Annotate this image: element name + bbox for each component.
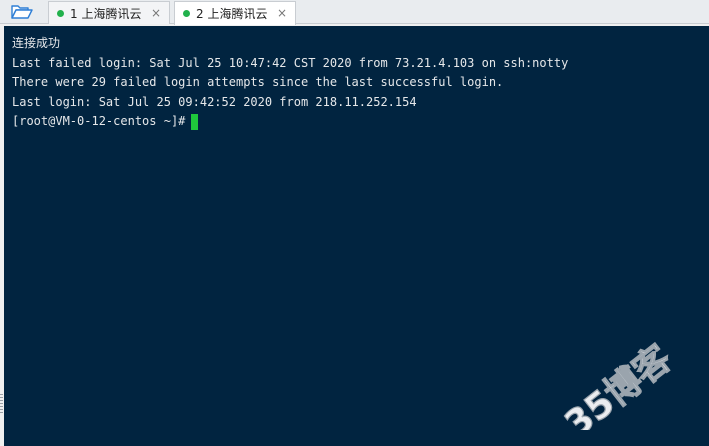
terminal-line: Last login: Sat Jul 25 09:42:52 2020 fro… <box>12 94 417 109</box>
folder-open-icon <box>11 5 33 19</box>
connected-status-dot <box>183 10 190 17</box>
terminal-line: 连接成功 <box>12 36 61 50</box>
close-icon[interactable]: × <box>277 6 287 20</box>
tab-label: 2 上海腾讯云 <box>196 7 268 21</box>
text-cursor <box>191 113 199 130</box>
terminal-line: Last failed login: Sat Jul 25 10:47:42 C… <box>12 55 569 70</box>
resize-grip[interactable] <box>0 394 3 414</box>
terminal-line: There were 29 failed login attempts sinc… <box>12 75 504 89</box>
connected-status-dot <box>57 9 64 17</box>
tab-label: 1 上海腾讯云 <box>70 6 142 21</box>
terminal-prompt-line[interactable]: [root@VM-0-12-centos ~]# <box>12 112 709 132</box>
tab-bar: 1 上海腾讯云 × 2 上海腾讯云 × <box>0 0 709 25</box>
tab-session-1[interactable]: 1 上海腾讯云 × <box>48 1 170 24</box>
shell-prompt: [root@VM-0-12-centos ~]# <box>12 114 186 128</box>
open-session-button[interactable] <box>8 2 36 22</box>
tab-session-2[interactable]: 2 上海腾讯云 × <box>174 1 296 25</box>
close-icon[interactable]: × <box>151 6 161 20</box>
terminal-screen[interactable]: 连接成功 Last failed login: Sat Jul 25 10:47… <box>4 26 709 446</box>
